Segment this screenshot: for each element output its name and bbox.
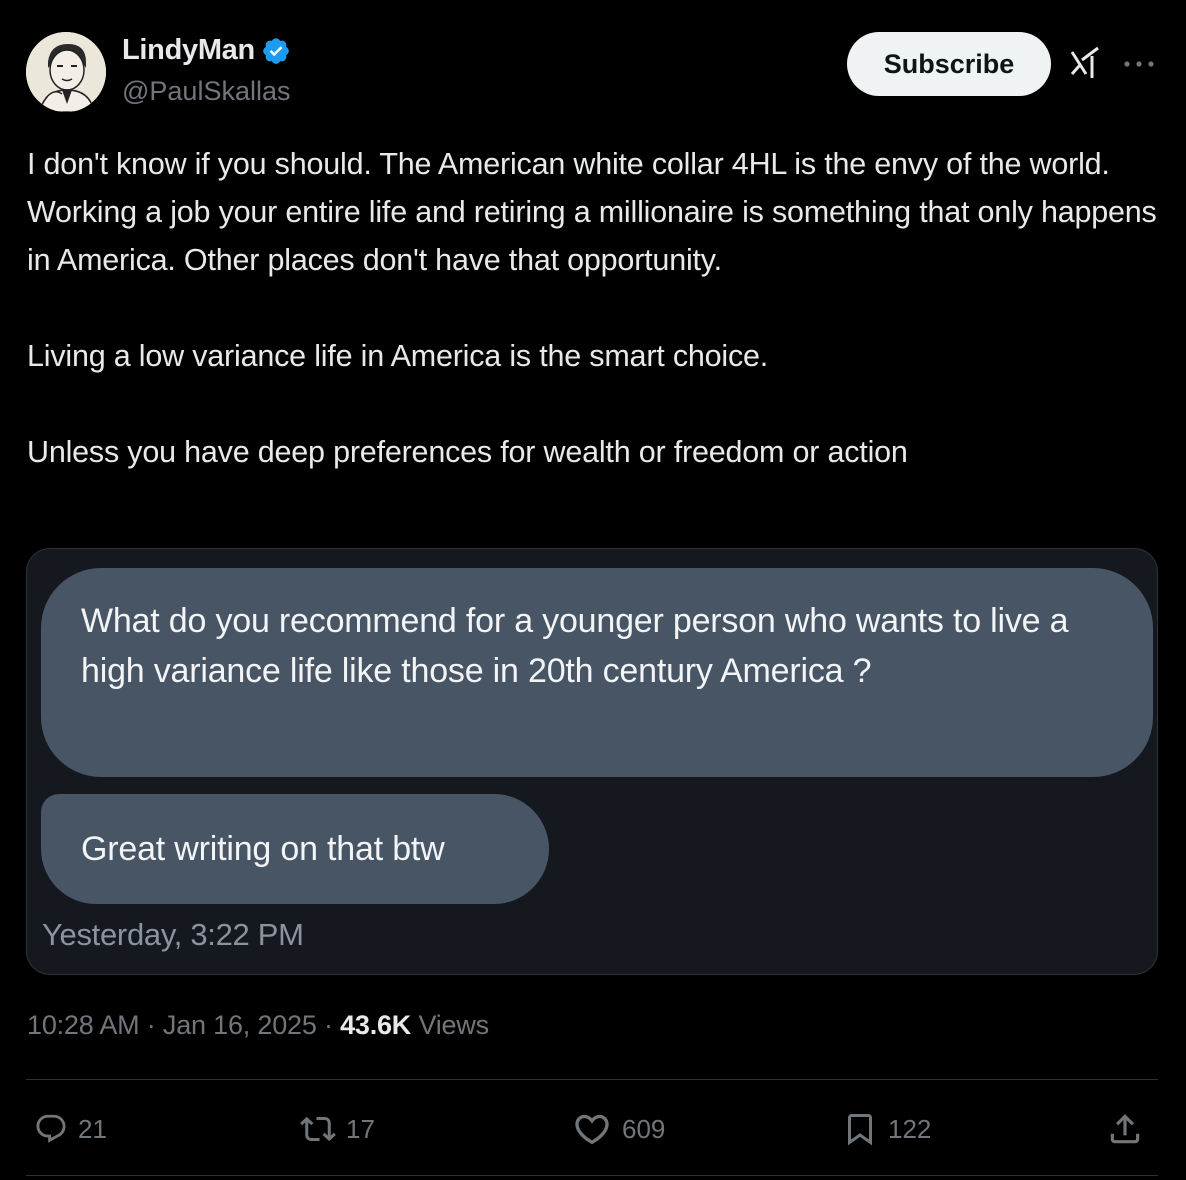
like-button[interactable]: 609	[572, 1106, 665, 1152]
tweet-text: I don't know if you should. The American…	[27, 140, 1157, 476]
views-label: Views	[418, 1010, 489, 1040]
heart-icon	[575, 1114, 609, 1145]
repost-count: 17	[346, 1113, 375, 1144]
meta-separator: ·	[146, 1010, 156, 1040]
more-options-icon[interactable]	[1122, 56, 1156, 72]
share-icon	[1110, 1114, 1140, 1144]
author-name-row: LindyMan	[122, 34, 291, 67]
subscribe-button[interactable]: Subscribe	[847, 32, 1051, 96]
grok-icon[interactable]	[1068, 44, 1104, 84]
repost-button[interactable]: 17	[300, 1106, 375, 1152]
divider	[26, 1175, 1158, 1176]
author-handle[interactable]: @PaulSkallas	[122, 76, 291, 107]
bookmark-count: 122	[888, 1113, 932, 1144]
divider	[26, 1079, 1158, 1080]
bookmark-icon	[848, 1114, 872, 1146]
tweet: LindyMan @PaulSkallas Subscribe I don't …	[0, 0, 1186, 1180]
tweet-time[interactable]: 10:28 AM	[27, 1010, 140, 1040]
message-timestamp: Yesterday, 3:22 PM	[42, 917, 304, 952]
tweet-date[interactable]: Jan 16, 2025	[163, 1010, 317, 1040]
tweet-paragraph: I don't know if you should. The American…	[27, 147, 1157, 277]
views-count: 43.6K	[340, 1010, 412, 1040]
author-display-name[interactable]: LindyMan	[122, 34, 255, 67]
embedded-image[interactable]: What do you recommend for a younger pers…	[26, 548, 1158, 975]
message-bubble: What do you recommend for a younger pers…	[41, 568, 1153, 777]
tweet-paragraph: Unless you have deep preferences for wea…	[27, 435, 908, 469]
bookmark-button[interactable]: 122	[842, 1106, 931, 1152]
verified-badge-icon[interactable]	[261, 36, 291, 66]
avatar-illustration	[26, 32, 106, 112]
reply-count: 21	[78, 1113, 107, 1144]
meta-separator: ·	[323, 1010, 333, 1040]
tweet-meta: 10:28 AM · Jan 16, 2025 · 43.6K Views	[27, 1010, 489, 1041]
reply-button[interactable]: 21	[34, 1106, 107, 1152]
message-bubble: Great writing on that btw	[41, 794, 549, 904]
avatar[interactable]	[26, 32, 106, 112]
like-count: 609	[622, 1113, 666, 1144]
repost-icon	[300, 1116, 336, 1142]
share-button[interactable]	[1106, 1106, 1144, 1152]
reply-icon	[36, 1114, 66, 1143]
tweet-paragraph: Living a low variance life in America is…	[27, 339, 769, 373]
